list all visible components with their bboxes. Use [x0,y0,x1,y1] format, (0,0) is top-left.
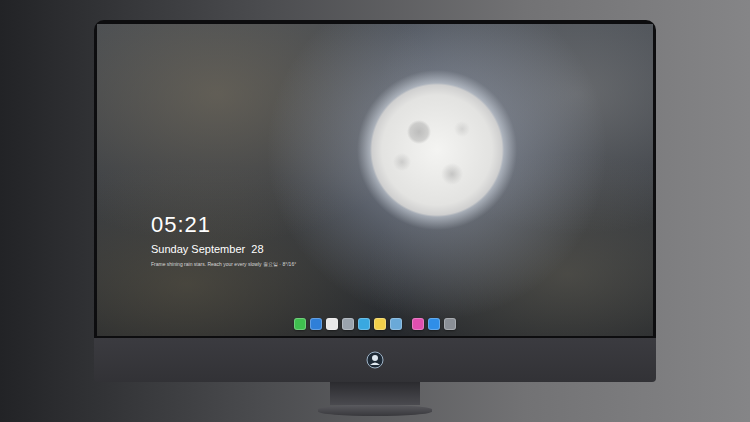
monitor-neck [330,382,420,405]
app-icon[interactable] [342,318,354,330]
app-icon[interactable] [358,318,370,330]
monitor: 05:21 Sunday September 28 Frame shining ra… [94,20,656,416]
monitor-bezel: 05:21 Sunday September 28 Frame shining ra… [94,20,656,338]
dock [294,318,456,330]
logo-icon [366,351,384,369]
app-icon[interactable] [294,318,306,330]
clock-date: Sunday September 28 [151,242,653,256]
app-icon[interactable] [444,318,456,330]
app-icon[interactable] [374,318,386,330]
app-icon[interactable] [310,318,322,330]
dock-apps [294,318,402,330]
page: 05:21 Sunday September 28 Frame shining ra… [0,0,750,422]
app-icon[interactable] [326,318,338,330]
info-line: Frame shining rain stars. Reach your eve… [151,260,653,268]
dock-extras [412,318,456,330]
app-icon[interactable] [428,318,440,330]
monitor-chin [94,338,656,382]
app-icon[interactable] [412,318,424,330]
app-icon[interactable] [390,318,402,330]
monitor-base [318,405,432,416]
lock-screen: 05:21 Sunday September 28 Frame shining ra… [97,24,653,336]
clock-time: 05:21 [151,212,653,238]
